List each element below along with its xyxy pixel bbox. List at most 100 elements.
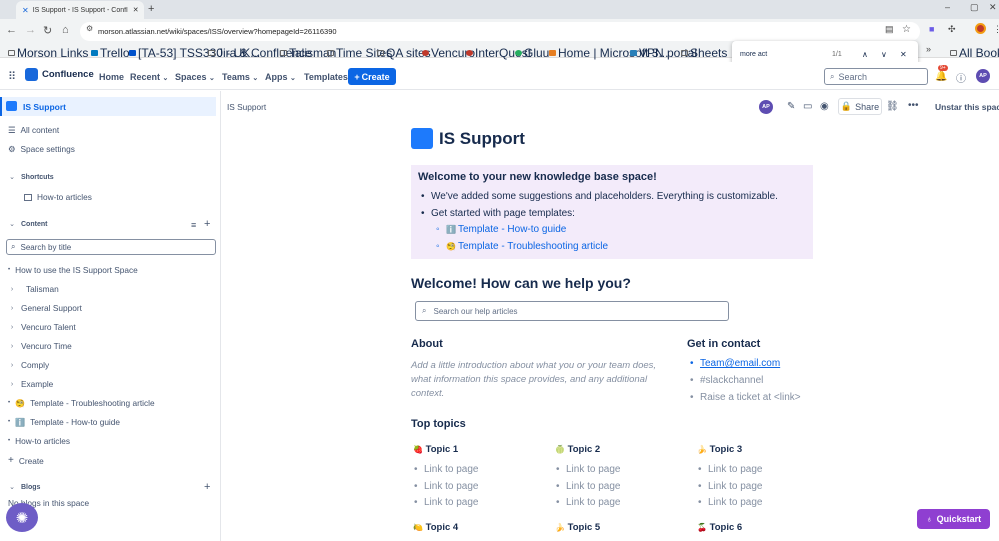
- browser-menu-icon[interactable]: ⋮: [993, 24, 999, 35]
- tree-item[interactable]: • How to use the IS Support Space: [8, 265, 138, 275]
- all-bookmarks[interactable]: All Bookmarks: [950, 46, 999, 60]
- info-emoji-icon: ℹ️: [15, 417, 26, 427]
- banana-emoji-icon: 🍌: [555, 523, 565, 532]
- extension-icon[interactable]: ■: [929, 24, 934, 34]
- close-window-icon[interactable]: ✕: [989, 2, 997, 13]
- tree-item[interactable]: • ℹ️ Template - How-to guide: [8, 417, 120, 427]
- nav-apps[interactable]: Apps ⌄: [265, 72, 296, 82]
- unstar-space-button[interactable]: Unstar this space: [935, 102, 999, 112]
- help-search-input[interactable]: ⌕ Search our help articles: [415, 301, 729, 321]
- home-icon[interactable]: ⌂: [62, 24, 69, 36]
- user-avatar[interactable]: AP: [976, 69, 990, 83]
- sidebar-space-name: IS Support: [23, 102, 66, 112]
- close-tab-icon[interactable]: ✕: [133, 6, 139, 14]
- help-icon[interactable]: ⓘ: [956, 70, 966, 85]
- filter-icon[interactable]: ≡: [191, 220, 196, 230]
- find-previous-icon[interactable]: ∧: [862, 50, 881, 59]
- nav-teams[interactable]: Teams ⌄: [222, 72, 258, 82]
- topic-link[interactable]: Link to page: [414, 497, 478, 508]
- page-icon[interactable]: ▤: [885, 24, 894, 35]
- bookmark-item[interactable]: Sheets: [681, 46, 727, 60]
- extensions-puzzle-icon[interactable]: ✣: [948, 24, 956, 35]
- template-how-to-link[interactable]: ℹ️Template - How-to guide: [436, 224, 566, 235]
- quickstart-button[interactable]: ♁ Quickstart: [917, 509, 990, 529]
- forward-icon[interactable]: →: [25, 24, 36, 36]
- nav-templates[interactable]: Templates: [304, 72, 348, 82]
- tree-item[interactable]: › Vencuro Time: [8, 341, 72, 351]
- topic-link[interactable]: Link to page: [556, 481, 620, 492]
- rovo-assistant-button[interactable]: ✺: [6, 503, 38, 532]
- url-input[interactable]: morson.atlassian.net/wiki/spaces/ISS/ove…: [80, 22, 920, 41]
- sidebar-create[interactable]: + Create: [8, 455, 44, 466]
- watch-eye-icon[interactable]: ◉: [820, 101, 829, 112]
- content-section-header[interactable]: ⌄ Content: [8, 220, 47, 229]
- contact-item: #slackchannel: [690, 375, 763, 386]
- site-info-icon[interactable]: ⚙: [86, 24, 93, 33]
- minimize-icon[interactable]: –: [945, 2, 950, 12]
- tree-item[interactable]: › General Support: [8, 303, 82, 313]
- confluence-logo[interactable]: Confluence: [25, 68, 94, 81]
- more-actions-icon[interactable]: •••: [908, 100, 919, 111]
- back-icon[interactable]: ←: [6, 24, 17, 36]
- space-title-icon: [411, 128, 433, 149]
- nav-home[interactable]: Home: [99, 72, 124, 82]
- bookmarks-overflow-icon[interactable]: »: [926, 44, 931, 54]
- contact-email-link[interactable]: Team@email.com: [690, 358, 780, 369]
- tree-item[interactable]: › Comply: [8, 360, 49, 370]
- topic-link[interactable]: Link to page: [698, 464, 762, 475]
- topic-link[interactable]: Link to page: [698, 481, 762, 492]
- nav-recent[interactable]: Recent ⌄: [130, 72, 168, 82]
- tree-item[interactable]: • How-to articles: [8, 436, 70, 446]
- bullet-icon: •: [8, 419, 11, 425]
- copy-link-icon[interactable]: ⛓: [886, 101, 899, 112]
- shortcuts-section-header[interactable]: ⌄ Shortcuts: [8, 173, 54, 182]
- find-close-icon[interactable]: ✕: [900, 50, 907, 59]
- blogs-section-header[interactable]: ⌄ Blogs: [8, 483, 40, 492]
- profile-icon[interactable]: [975, 23, 986, 34]
- sidebar-all-content[interactable]: ☰ All content: [8, 125, 59, 135]
- topic-link[interactable]: Link to page: [414, 464, 478, 475]
- bookmark-star-icon[interactable]: ☆: [902, 24, 911, 35]
- page-owner-avatar[interactable]: AP: [759, 100, 773, 114]
- share-button[interactable]: 🔒 Share: [838, 98, 882, 115]
- reload-icon[interactable]: ↻: [43, 24, 52, 37]
- topic-link[interactable]: Link to page: [698, 497, 762, 508]
- bullet-icon: •: [8, 400, 11, 406]
- shortcut-how-to-articles[interactable]: How-to articles: [24, 192, 92, 202]
- gear-icon: ⚙: [8, 144, 16, 154]
- add-blog-icon[interactable]: +: [204, 481, 210, 493]
- template-troubleshooting-link[interactable]: 🧐Template - Troubleshooting article: [436, 241, 608, 252]
- troubleshooting-emoji-icon: 🧐: [15, 398, 26, 408]
- tree-item[interactable]: • 🧐 Template - Troubleshooting article: [8, 398, 155, 408]
- new-tab-icon[interactable]: +: [148, 3, 154, 15]
- bookmark-item[interactable]: Gluu: [515, 46, 549, 60]
- sidebar-space-settings[interactable]: ⚙ Space settings: [8, 144, 75, 154]
- comment-icon[interactable]: ▭: [803, 101, 812, 112]
- find-input[interactable]: more act: [740, 51, 832, 58]
- folder-icon: [208, 50, 215, 56]
- bookmark-item[interactable]: Trello: [91, 46, 130, 60]
- sparkle-icon: ✺: [15, 509, 29, 527]
- topic-link[interactable]: Link to page: [556, 464, 620, 475]
- find-next-icon[interactable]: ∨: [881, 50, 900, 59]
- tree-item[interactable]: › Vencuro Talent: [8, 322, 76, 332]
- add-content-icon[interactable]: +: [204, 218, 210, 230]
- topic-link[interactable]: Link to page: [414, 481, 478, 492]
- content-search-input[interactable]: ⌕ Search by title: [6, 239, 216, 255]
- tree-item[interactable]: › Example: [8, 379, 53, 389]
- browser-tab[interactable]: ✕ IS Support - IS Support - Confl ✕: [16, 1, 144, 19]
- chevron-right-icon: ›: [10, 361, 14, 369]
- tree-item[interactable]: › Talisman: [8, 284, 59, 294]
- global-search-input[interactable]: ⌕ Search: [824, 68, 928, 85]
- topic-link[interactable]: Link to page: [556, 497, 620, 508]
- breadcrumb[interactable]: IS Support: [227, 102, 266, 112]
- edit-icon[interactable]: ✎: [787, 101, 795, 112]
- notifications-bell-icon[interactable]: 🔔: [935, 71, 947, 82]
- restore-icon[interactable]: ▢: [970, 2, 979, 13]
- create-button[interactable]: + Create: [348, 68, 396, 85]
- nav-spaces[interactable]: Spaces ⌄: [175, 72, 215, 82]
- app-switcher-icon[interactable]: ⠿: [8, 70, 16, 83]
- topic-heading: 🍈 Topic 2: [555, 444, 601, 455]
- bookmark-item[interactable]: Morson Links: [8, 46, 88, 60]
- topic-heading: 🍌 Topic 3: [697, 444, 743, 455]
